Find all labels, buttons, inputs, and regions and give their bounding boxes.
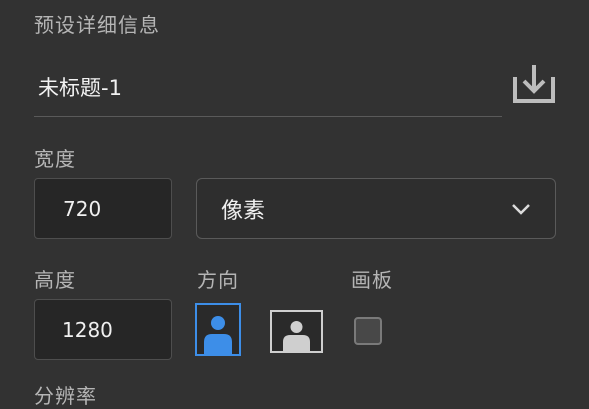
section-title: 预设详细信息 xyxy=(34,13,160,37)
document-name-input[interactable]: 未标题-1 xyxy=(38,72,122,102)
height-value: 1280 xyxy=(62,317,113,342)
landscape-orientation-button[interactable] xyxy=(270,310,323,353)
unit-select-value: 像素 xyxy=(221,198,266,224)
height-label: 高度 xyxy=(34,268,76,292)
unit-select[interactable]: 像素 xyxy=(196,178,556,239)
portrait-icon xyxy=(204,316,232,354)
document-name-underline xyxy=(34,116,502,117)
width-input[interactable]: 720 xyxy=(34,178,172,239)
width-label: 宽度 xyxy=(34,147,76,171)
save-preset-button[interactable] xyxy=(511,63,557,105)
save-preset-icon xyxy=(513,65,555,103)
artboard-label: 画板 xyxy=(351,268,393,292)
orientation-label: 方向 xyxy=(197,268,239,292)
landscape-icon xyxy=(283,321,310,351)
portrait-orientation-button[interactable] xyxy=(195,303,241,356)
chevron-down-icon xyxy=(512,203,530,215)
height-input[interactable]: 1280 xyxy=(34,299,172,360)
artboard-checkbox[interactable] xyxy=(354,317,382,345)
width-value: 720 xyxy=(63,196,102,221)
resolution-label: 分辨率 xyxy=(34,384,97,408)
